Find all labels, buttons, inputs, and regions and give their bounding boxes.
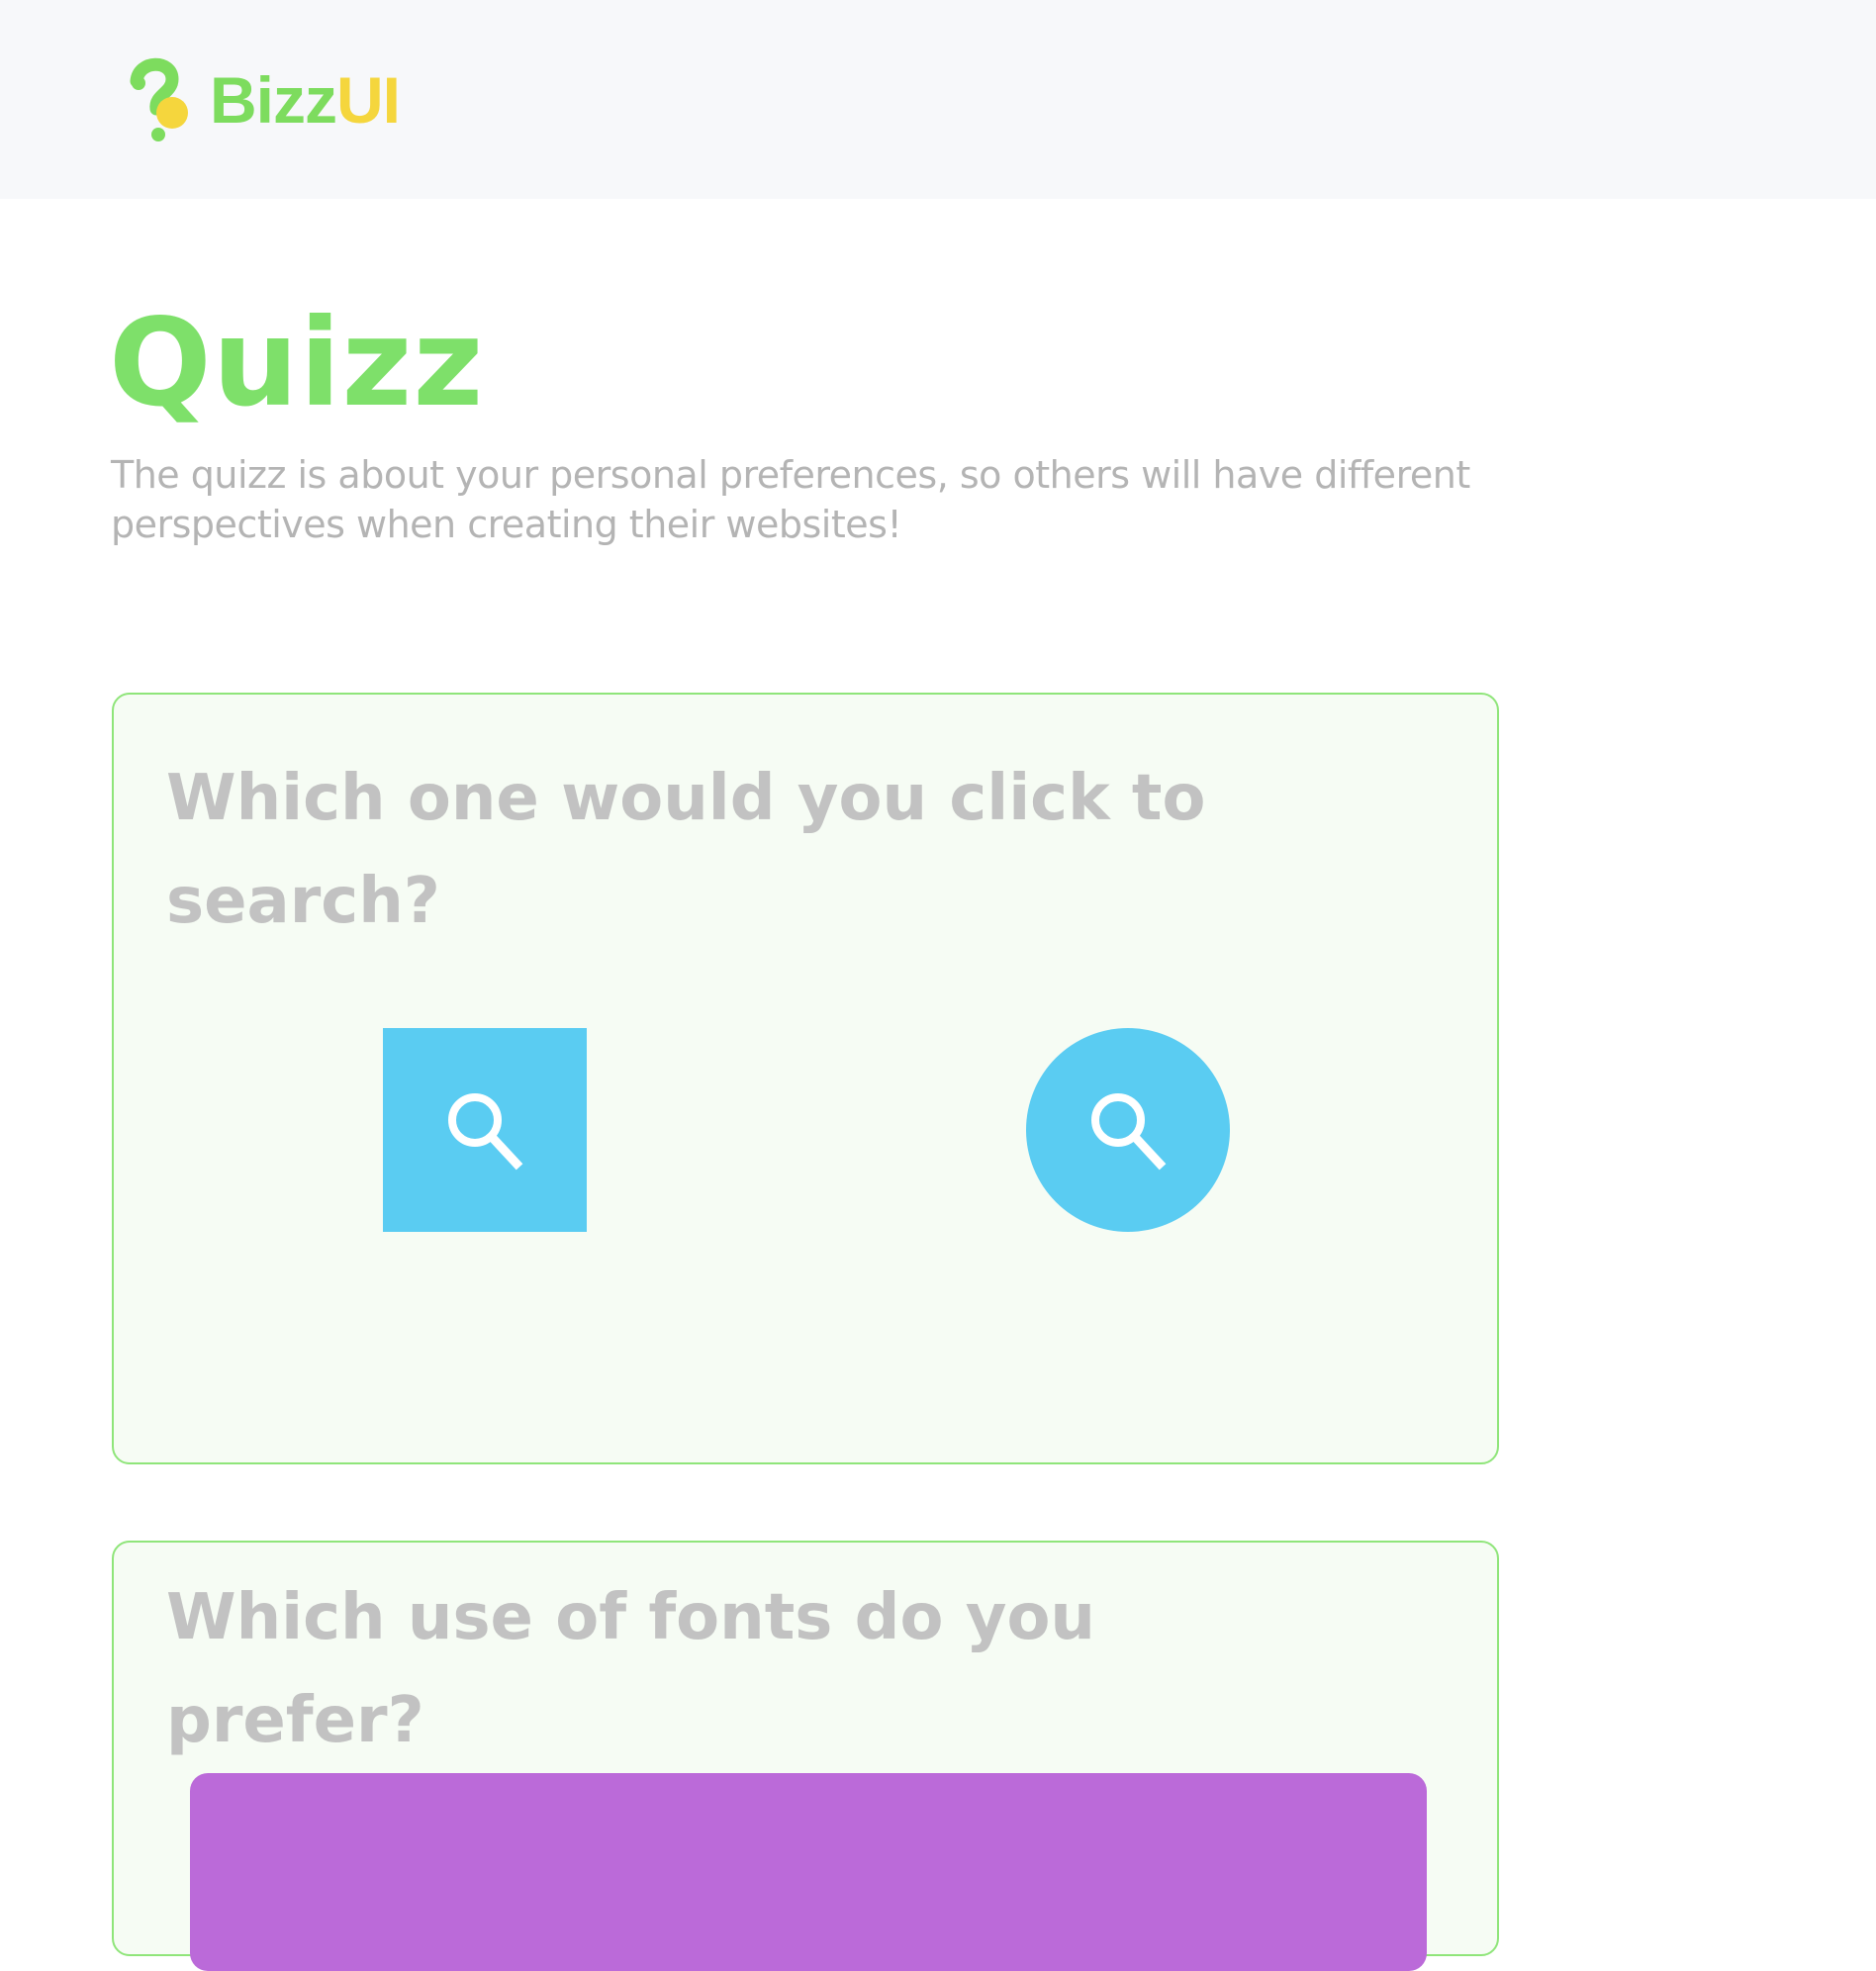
round-search-button[interactable] [1026, 1028, 1230, 1232]
site-header: BizzUI [0, 0, 1876, 199]
font-option-button[interactable] [190, 1773, 1427, 1971]
question-text: Which one would you click to search? [166, 762, 1206, 938]
page-title: Quizz [109, 293, 485, 433]
bizzui-logo[interactable]: BizzUI [127, 57, 401, 142]
question-text: Which use of fonts do you prefer? [166, 1581, 1095, 1757]
page-subtitle: The quizz is about your personal prefere… [111, 453, 1470, 546]
logo-mark-icon [130, 57, 188, 141]
logo-text-ui: UI [336, 63, 401, 137]
logo-wordmark: BizzUI [210, 57, 401, 142]
question-card-fonts: Which use of fonts do you prefer? [112, 1541, 1499, 1971]
question-card-search: Which one would you click to search? [112, 693, 1499, 1464]
search-icon [1091, 1093, 1167, 1171]
search-icon [448, 1093, 523, 1171]
square-search-button[interactable] [383, 1028, 587, 1232]
logo-text-bizz: Bizz [210, 63, 337, 137]
